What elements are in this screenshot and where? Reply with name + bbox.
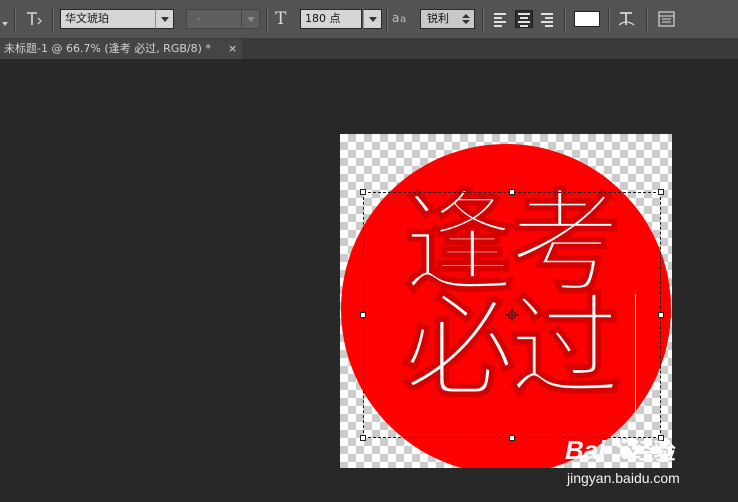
text-orientation-icon[interactable] <box>24 10 44 28</box>
chevron-down-icon <box>247 17 255 22</box>
antialias-icon: a a <box>392 11 412 27</box>
antialias-icon-small: a <box>400 14 407 25</box>
font-family-dropdown-button[interactable] <box>155 9 174 29</box>
transform-handle-tr[interactable] <box>658 189 664 195</box>
tool-preset-dropdown-icon[interactable] <box>0 14 10 26</box>
font-style-value: - <box>197 12 201 25</box>
text-cursor <box>635 294 636 418</box>
antialias-select[interactable]: 锐利 <box>420 9 475 29</box>
document-tab-bar: 未标题-1 @ 66.7% (逢考 必过, RGB/8) * × <box>0 39 738 59</box>
transform-handle-bl[interactable] <box>360 435 366 441</box>
warp-text-icon[interactable] <box>616 9 638 29</box>
character-panel-icon[interactable] <box>657 10 677 28</box>
reference-point-icon[interactable] <box>505 308 519 322</box>
font-family-select[interactable]: 华文琥珀 <box>60 9 156 29</box>
transform-handle-bc[interactable] <box>509 435 515 441</box>
font-size-icon: T <box>275 9 287 29</box>
antialias-value: 锐利 <box>427 12 449 25</box>
transform-handle-ml[interactable] <box>360 312 366 318</box>
transform-handle-tc[interactable] <box>509 189 515 195</box>
font-size-dropdown-button[interactable] <box>363 9 382 29</box>
chevron-down-icon <box>369 17 377 22</box>
font-style-select[interactable]: - <box>186 9 242 29</box>
watermark-brand-suffix: 经验 <box>631 439 676 464</box>
updown-arrows-icon <box>462 14 470 24</box>
font-size-field[interactable]: 180 点 <box>300 9 362 29</box>
antialias-icon-large: a <box>392 11 400 25</box>
font-style-dropdown-button[interactable] <box>241 9 260 29</box>
font-size-value: 180 点 <box>305 12 341 25</box>
font-family-value: 华文琥珀 <box>65 12 109 25</box>
align-right-button[interactable] <box>538 10 556 28</box>
text-color-swatch[interactable] <box>574 11 600 27</box>
document-tab[interactable]: 未标题-1 @ 66.7% (逢考 必过, RGB/8) * <box>0 39 242 59</box>
align-left-button[interactable] <box>492 10 510 28</box>
close-icon[interactable]: × <box>228 39 237 59</box>
document-tab-title: 未标题-1 @ 66.7% (逢考 必过, RGB/8) * <box>4 42 211 55</box>
align-center-button[interactable] <box>515 10 533 28</box>
watermark-brand: Bai 经验 <box>565 434 675 466</box>
transform-handle-tl[interactable] <box>360 189 366 195</box>
watermark-url: jingyan.baidu.com <box>567 470 680 486</box>
chevron-down-icon <box>161 17 169 22</box>
transform-handle-mr[interactable] <box>658 312 664 318</box>
watermark: Bai 经验 jingyan.baidu.com <box>545 432 735 500</box>
watermark-brand-text: Bai <box>565 435 606 465</box>
options-bar: 华文琥珀 - T 180 点 a a 锐利 <box>0 0 738 39</box>
